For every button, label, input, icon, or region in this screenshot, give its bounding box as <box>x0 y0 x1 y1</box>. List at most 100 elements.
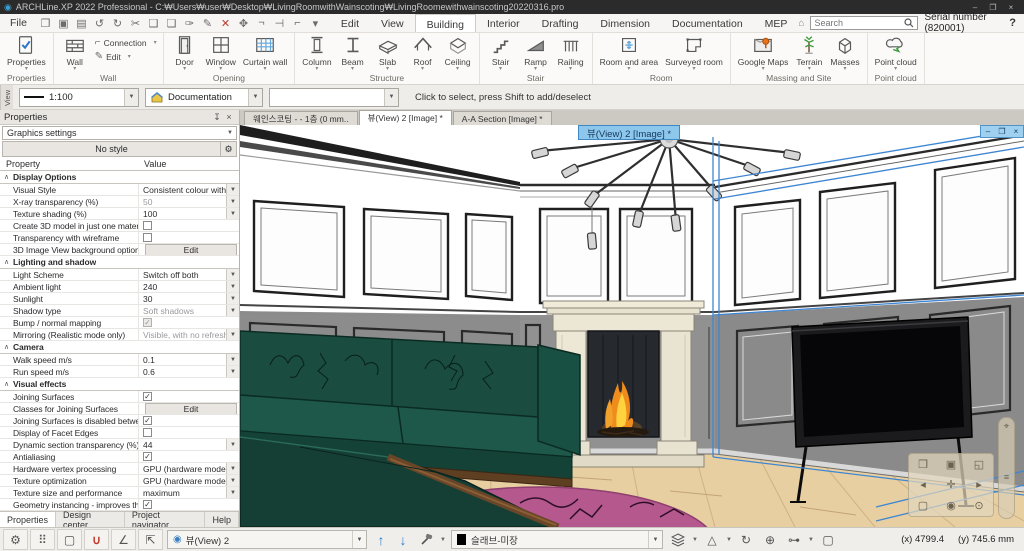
extend-icon[interactable]: ⊣ <box>273 17 286 30</box>
floor-down-button[interactable]: ↓ <box>392 529 414 550</box>
mode-combo[interactable]: Documentation ▼ <box>145 87 263 107</box>
panel-tab-properties[interactable]: Properties <box>0 512 57 527</box>
pencil-icon[interactable]: ✎ <box>201 17 214 30</box>
ribbon-button-window[interactable]: Window ▾ <box>203 34 239 72</box>
slider-handle[interactable]: ≡ <box>1004 472 1009 482</box>
home-icon[interactable]: ⌂ <box>798 18 804 29</box>
more-icon[interactable]: ▾ <box>309 17 322 30</box>
property-value-dropdown[interactable]: maximum ▼ <box>138 487 239 498</box>
view-front-icon[interactable]: ▣ <box>946 458 956 471</box>
property-value-dropdown[interactable]: 44 ▼ <box>138 439 239 450</box>
style-category-combo[interactable]: Graphics settings ▼ <box>2 126 237 140</box>
cut-icon[interactable]: ✂ <box>129 17 142 30</box>
property-value-dropdown[interactable]: 0.1 ▼ <box>138 354 239 365</box>
property-value-dropdown[interactable]: 100 ▼ <box>138 208 239 219</box>
ribbon-button-masses[interactable]: Masses ▾ <box>827 34 862 72</box>
search-input[interactable] <box>814 18 905 28</box>
collapse-icon[interactable]: ∧ <box>0 256 13 268</box>
ribbon-button-stair[interactable]: Stair ▾ <box>484 34 518 72</box>
chevron-down-icon[interactable]: ▼ <box>226 329 239 340</box>
chevron-down-icon[interactable]: ▼ <box>226 208 239 219</box>
copy-icon[interactable]: ❑ <box>147 17 160 30</box>
eye-icon[interactable]: ⊙ <box>974 499 983 512</box>
minimize-button[interactable]: – <box>966 3 984 12</box>
checkbox[interactable] <box>143 428 152 437</box>
rotate-right-icon[interactable]: ▸ <box>976 478 982 491</box>
ribbon-button-room-and-area[interactable]: Room and area ▾ <box>597 34 662 72</box>
grid-icon[interactable]: ⠿ <box>30 529 55 550</box>
chevron-down-icon[interactable]: ▼ <box>124 88 138 106</box>
document-tab-2[interactable]: A-A Section [Image] * <box>452 111 552 125</box>
property-value-dropdown[interactable]: 50 ▼ <box>138 196 239 207</box>
checkbox[interactable]: ✓ <box>143 318 152 327</box>
chevron-down-icon[interactable]: ▼ <box>724 537 734 543</box>
panel-close-icon[interactable]: × <box>223 112 235 122</box>
ribbon-button-edit[interactable]: ✎ Edit ▾ <box>95 51 157 62</box>
maximize-button[interactable]: ❐ <box>984 3 1002 12</box>
paste-icon[interactable]: ❏ <box>165 17 178 30</box>
menu-tab-dimension[interactable]: Dimension <box>589 14 661 32</box>
chevron-down-icon[interactable]: ▼ <box>438 537 448 543</box>
collapse-icon[interactable]: ∧ <box>0 378 13 390</box>
rotate-left-icon[interactable]: ◂ <box>920 478 926 491</box>
checkbox[interactable]: ✓ <box>143 392 152 401</box>
search-box[interactable] <box>810 16 919 30</box>
move-icon[interactable]: ✥ <box>237 17 250 30</box>
menu-tab-documentation[interactable]: Documentation <box>661 14 754 32</box>
checkbox[interactable]: ✓ <box>143 416 152 425</box>
chevron-down-icon[interactable]: ▼ <box>226 366 239 377</box>
pin-icon[interactable]: ↧ <box>211 112 223 123</box>
settings-icon[interactable]: ⚙ <box>3 529 28 550</box>
viewport-restore-icon[interactable]: ❐ <box>995 127 1009 136</box>
property-value-dropdown[interactable]: Visible, with no refresh ▼ <box>138 329 239 340</box>
no-style-button[interactable]: No style <box>2 141 221 157</box>
ribbon-button-wall[interactable]: Wall ▾ <box>58 34 92 72</box>
menu-tab-edit[interactable]: Edit <box>330 14 370 32</box>
layer-combo[interactable]: 슬래브-미장 ▼ <box>451 530 663 549</box>
property-value-dropdown[interactable]: Consistent colour with wir...▼ <box>138 184 239 195</box>
pan-icon[interactable]: ✛ <box>946 478 955 491</box>
trim-icon[interactable]: ¬ <box>255 17 268 29</box>
edit-button[interactable]: Edit <box>145 403 237 414</box>
ribbon-button-terrain[interactable]: Terrain ▾ <box>792 34 826 72</box>
hammer-tool-icon[interactable] <box>414 529 438 550</box>
undo-icon[interactable]: ↺ <box>93 17 106 30</box>
scale-combo[interactable]: 1:100 ▼ <box>19 87 139 107</box>
property-value-dropdown[interactable]: GPU (hardware mode) in 2...▼ <box>138 475 239 486</box>
property-value-dropdown[interactable]: Switch off both ▼ <box>138 269 239 280</box>
panel-tab-project-navigator[interactable]: Project navigator <box>125 510 206 530</box>
close-button[interactable]: × <box>1002 3 1020 12</box>
view-cube-icon[interactable]: ❒ <box>918 458 928 471</box>
open-icon[interactable]: ❐ <box>39 17 52 30</box>
floor-up-button[interactable]: ↑ <box>370 529 392 550</box>
chevron-down-icon[interactable]: ▼ <box>226 184 239 195</box>
view-corner-icon[interactable]: ◱ <box>974 458 984 471</box>
print-icon[interactable]: ▤ <box>75 17 88 30</box>
menu-tab-interior[interactable]: Interior <box>476 14 531 32</box>
collapse-icon[interactable]: ∧ <box>0 171 13 183</box>
brush-icon[interactable]: ✑ <box>183 17 196 30</box>
ribbon-button-ceiling[interactable]: Ceiling ▾ <box>441 34 475 72</box>
checkbox[interactable]: ✓ <box>143 452 152 461</box>
layers-icon[interactable] <box>666 529 690 550</box>
ribbon-button-curtain-wall[interactable]: Curtain wall ▾ <box>240 34 290 72</box>
chevron-down-icon[interactable]: ▼ <box>226 354 239 365</box>
chevron-down-icon[interactable]: ▼ <box>226 305 239 316</box>
chevron-down-icon[interactable]: ▼ <box>690 537 700 543</box>
ribbon-button-beam[interactable]: Beam ▾ <box>336 34 370 72</box>
ribbon-button-connection[interactable]: ⌐ Connection ▾ <box>95 37 157 48</box>
chevron-down-icon[interactable]: ▼ <box>226 439 239 450</box>
file-menu[interactable]: File <box>0 17 37 29</box>
ribbon-button-google-maps[interactable]: Google Maps ▾ <box>735 34 792 72</box>
chevron-down-icon[interactable]: ▼ <box>226 475 239 486</box>
magnet-icon[interactable]: ∪ <box>84 529 109 550</box>
menu-tab-mep[interactable]: MEP <box>754 14 799 32</box>
ribbon-button-slab[interactable]: Slab ▾ <box>371 34 405 72</box>
chevron-down-icon[interactable]: ▼ <box>226 487 239 498</box>
selection-filter-combo[interactable]: ▼ <box>269 87 399 107</box>
help-button[interactable]: ? <box>1009 17 1016 29</box>
checkbox[interactable]: ✓ <box>143 500 152 509</box>
ribbon-button-roof[interactable]: Roof ▾ <box>406 34 440 72</box>
chevron-down-icon[interactable]: ▼ <box>226 196 239 207</box>
ribbon-button-point-cloud[interactable]: Point cloud ▾ <box>872 34 920 72</box>
